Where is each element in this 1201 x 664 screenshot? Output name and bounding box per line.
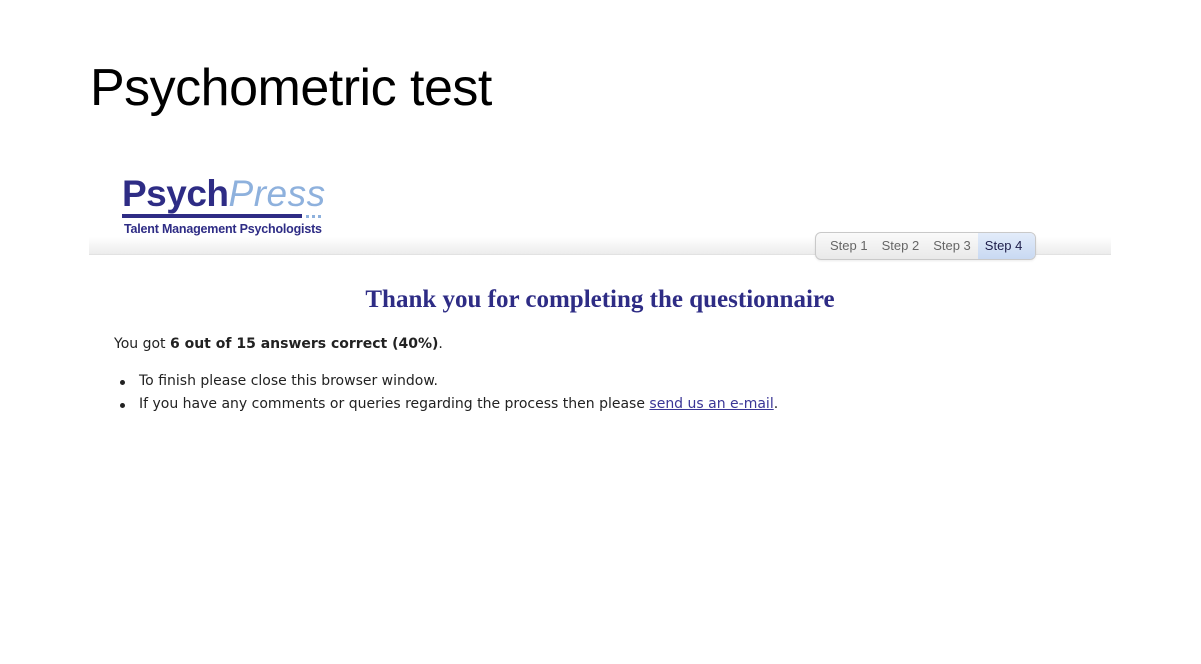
comments-suffix: .: [773, 396, 779, 412]
score-result: You got 6 out of 15 answers correct (40%…: [114, 336, 443, 352]
email-link[interactable]: send us an e-mail: [649, 396, 773, 412]
logo-press-text: Press: [228, 173, 326, 214]
step-1-tab[interactable]: Step 1: [816, 233, 875, 259]
step-4-tab[interactable]: Step 4: [977, 233, 1036, 259]
finish-instruction: To finish please close this browser wind…: [139, 373, 438, 389]
instructions-list: To finish please close this browser wind…: [115, 370, 778, 416]
logo-psych-text: Psych: [122, 173, 229, 214]
step-3-tab[interactable]: Step 3: [926, 233, 978, 259]
result-score: 6 out of 15 answers correct (40%): [169, 336, 439, 352]
step-navigation: Step 1 Step 2 Step 3 Step 4: [815, 232, 1037, 260]
list-item: If you have any comments or queries rega…: [115, 393, 778, 416]
comments-text: If you have any comments or queries rega…: [139, 396, 650, 412]
screenshot-panel: PsychPress Talent Management Psychologis…: [89, 168, 1111, 428]
completion-heading: Thank you for completing the questionnai…: [365, 286, 835, 313]
logo-wordmark: PsychPress: [122, 174, 326, 214]
psychpress-logo: PsychPress Talent Management Psychologis…: [122, 174, 326, 236]
result-prefix: You got: [114, 336, 170, 352]
list-item: To finish please close this browser wind…: [115, 370, 778, 393]
logo-underline-graphic: [122, 214, 321, 218]
slide-title: Psychometric test: [90, 59, 492, 117]
step-2-tab[interactable]: Step 2: [875, 233, 927, 259]
logo-tagline: Talent Management Psychologists: [124, 222, 322, 236]
result-suffix: .: [438, 336, 443, 352]
site-header: PsychPress Talent Management Psychologis…: [89, 168, 1111, 260]
